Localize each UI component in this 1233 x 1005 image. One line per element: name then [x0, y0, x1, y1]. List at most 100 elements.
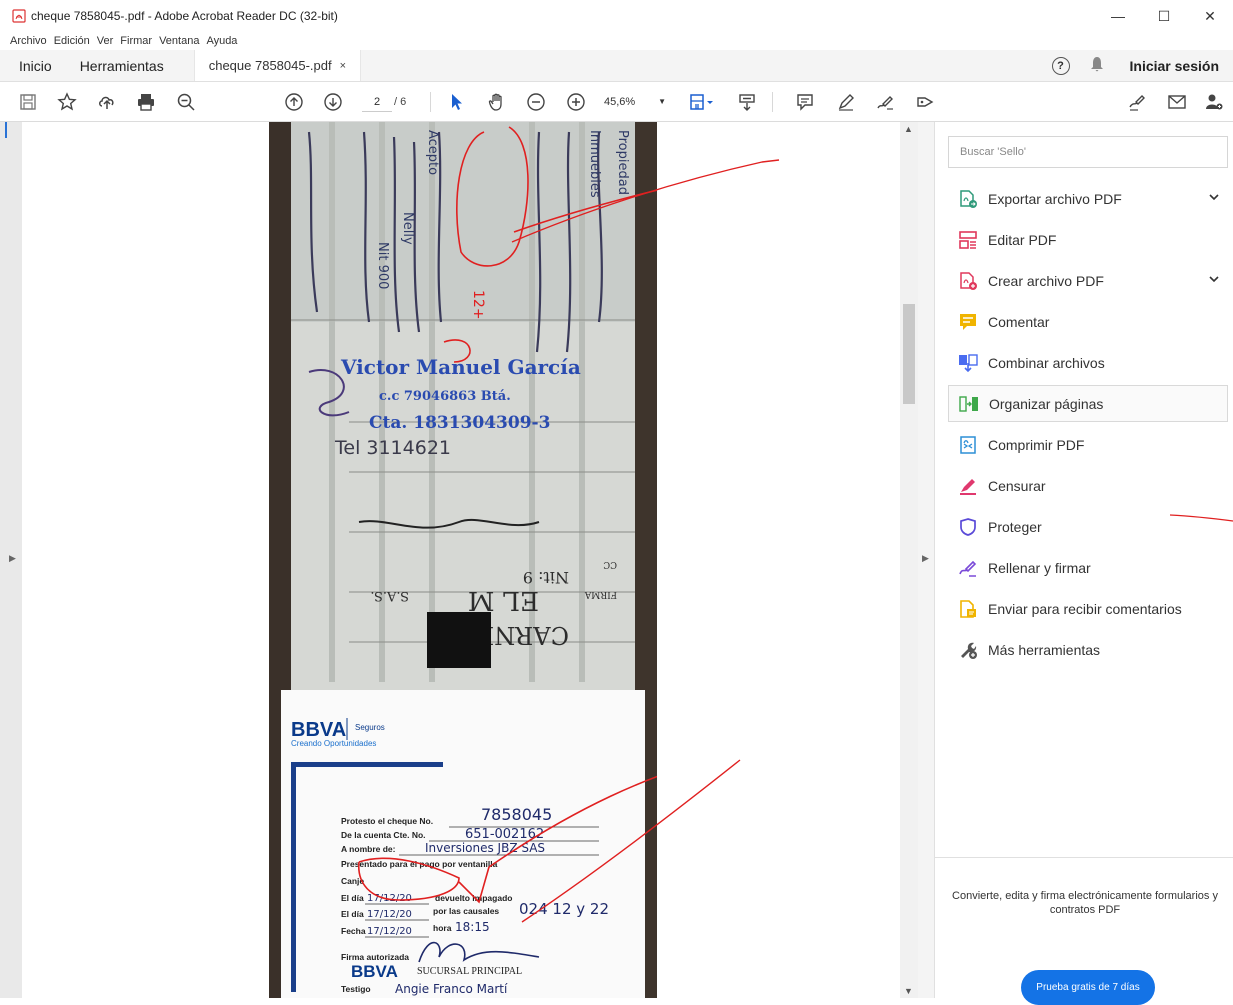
toolbar-divider [430, 92, 431, 112]
tab-inicio[interactable]: Inicio [0, 50, 66, 81]
toolbar-divider [772, 92, 773, 112]
tools-panel: Buscar 'Sello' Exportar archivo PDF Edit… [934, 122, 1233, 1005]
chevron-down-icon: ▼ [658, 97, 666, 106]
highlight-pen-icon[interactable] [834, 90, 858, 114]
menu-ver[interactable]: Ver [97, 35, 114, 47]
share-user-icon[interactable] [1202, 90, 1226, 114]
cloud-upload-icon[interactable] [95, 90, 119, 114]
tool-label: Proteger [988, 518, 1042, 535]
tool-label: Crear archivo PDF [988, 272, 1104, 289]
tab-document[interactable]: cheque 7858045-.pdf × [193, 50, 362, 81]
document-tab-label: cheque 7858045-.pdf [208, 58, 332, 73]
right-panel-rail[interactable]: ▶ [918, 122, 934, 998]
fill-sign-icon [958, 558, 978, 578]
help-icon[interactable]: ? [1051, 56, 1070, 75]
promo-text: Convierte, edita y firma electrónicament… [952, 890, 1218, 916]
zoom-search-icon[interactable] [174, 90, 198, 114]
compress-pdf-icon [958, 435, 978, 455]
tool-organize-pages[interactable]: Organizar páginas [948, 385, 1228, 422]
scroll-down-icon[interactable]: ▼ [904, 986, 913, 996]
scroll-up-icon[interactable]: ▲ [904, 124, 913, 134]
edit-pdf-icon [958, 230, 978, 250]
tool-label: Más herramientas [988, 641, 1101, 658]
zoom-in-icon[interactable] [564, 90, 588, 114]
signin-button[interactable]: Iniciar sesión [1130, 58, 1219, 74]
tool-label: Comentar [988, 313, 1050, 330]
tool-label: Censurar [988, 477, 1046, 494]
page-down-icon[interactable] [321, 90, 345, 114]
menu-edicion[interactable]: Edición [54, 35, 90, 47]
bookmark-star-icon[interactable] [55, 90, 79, 114]
window-title: cheque 7858045-.pdf - Adobe Acrobat Read… [31, 9, 338, 23]
collapse-right-panel-icon[interactable]: ▶ [922, 553, 929, 564]
tab-bar: Inicio Herramientas cheque 7858045-.pdf … [0, 50, 1233, 82]
comment-icon[interactable] [793, 90, 817, 114]
hand-tool-icon[interactable] [485, 90, 509, 114]
protect-icon [958, 517, 978, 537]
print-icon[interactable] [134, 90, 158, 114]
menu-ventana[interactable]: Ventana [159, 35, 199, 47]
menu-firmar[interactable]: Firmar [120, 35, 152, 47]
maximize-button[interactable]: ☐ [1141, 0, 1187, 32]
expand-left-panel-icon[interactable]: ▶ [9, 553, 16, 564]
tool-export-pdf[interactable]: Exportar archivo PDF [948, 180, 1228, 217]
page-up-icon[interactable] [282, 90, 306, 114]
toolbar: 2 / 6 45,6% ▼ [0, 82, 1233, 122]
tool-edit-pdf[interactable]: Editar PDF [948, 221, 1228, 258]
menu-bar: Archivo Edición Ver Firmar Ventana Ayuda [0, 32, 1233, 50]
sign-pen-icon[interactable] [873, 90, 897, 114]
chevron-down-icon[interactable] [1208, 273, 1220, 285]
red-annotation-mark [1170, 514, 1233, 522]
tool-label: Organizar páginas [989, 395, 1104, 412]
close-window-button[interactable]: ✕ [1187, 0, 1233, 32]
document-viewport[interactable]: Propiedad Inmuebles Acepto Nelly Nit 900… [22, 122, 900, 998]
tool-create-pdf[interactable]: Crear archivo PDF [948, 262, 1228, 299]
organize-pages-icon [959, 394, 979, 414]
tool-label: Combinar archivos [988, 354, 1105, 371]
bell-icon[interactable] [1090, 56, 1104, 76]
current-page-input[interactable]: 2 [362, 92, 392, 112]
zoom-out-icon[interactable] [524, 90, 548, 114]
zoom-level-value: 45,6% [604, 96, 636, 108]
menu-ayuda[interactable]: Ayuda [206, 35, 237, 47]
comment-icon [958, 312, 978, 332]
tool-comment[interactable]: Comentar [948, 303, 1228, 340]
export-pdf-icon [958, 189, 978, 209]
tool-compress-pdf[interactable]: Comprimir PDF [948, 426, 1228, 463]
zoom-level-dropdown[interactable]: 45,6% ▼ [604, 96, 666, 108]
tool-redact[interactable]: Censurar [948, 467, 1228, 504]
tool-more-tools[interactable]: Más herramientas [948, 631, 1228, 668]
tool-fill-sign[interactable]: Rellenar y firmar [948, 549, 1228, 586]
document-scrollbar[interactable]: ▲ ▼ [900, 122, 918, 998]
tab-herramientas[interactable]: Herramientas [66, 50, 194, 81]
tag-edit-icon[interactable] [913, 90, 937, 114]
tool-label: Rellenar y firmar [988, 559, 1091, 576]
redact-icon [958, 476, 978, 496]
chevron-down-icon[interactable] [1208, 191, 1220, 203]
scroll-mode-icon[interactable] [735, 90, 759, 114]
more-tools-icon [958, 640, 978, 660]
select-cursor-icon[interactable] [445, 90, 469, 114]
menu-archivo[interactable]: Archivo [10, 35, 47, 47]
email-icon[interactable] [1165, 90, 1189, 114]
tool-label: Exportar archivo PDF [988, 190, 1122, 207]
tool-send-review[interactable]: Enviar para recibir comentarios [948, 590, 1228, 627]
scrollbar-thumb[interactable] [903, 304, 915, 404]
minimize-button[interactable]: — [1095, 0, 1141, 32]
fit-page-icon[interactable] [686, 90, 718, 114]
total-pages: / 6 [394, 96, 407, 108]
save-icon[interactable] [16, 90, 40, 114]
sign-request-icon[interactable] [1125, 90, 1149, 114]
annotation-overlay [511, 159, 780, 923]
left-panel-rail[interactable]: ▶ [0, 122, 22, 998]
tool-label: Enviar para recibir comentarios [988, 600, 1182, 617]
combine-files-icon [958, 353, 978, 373]
free-trial-button[interactable]: Prueba gratis de 7 días [1021, 970, 1155, 1005]
tool-label: Editar PDF [988, 231, 1057, 248]
close-tab-icon[interactable]: × [340, 60, 346, 72]
tool-combine-files[interactable]: Combinar archivos [948, 344, 1228, 381]
create-pdf-icon [958, 271, 978, 291]
tool-label: Comprimir PDF [988, 436, 1085, 453]
tools-search-input[interactable]: Buscar 'Sello' [948, 136, 1228, 168]
title-bar: cheque 7858045-.pdf - Adobe Acrobat Read… [0, 0, 1233, 32]
